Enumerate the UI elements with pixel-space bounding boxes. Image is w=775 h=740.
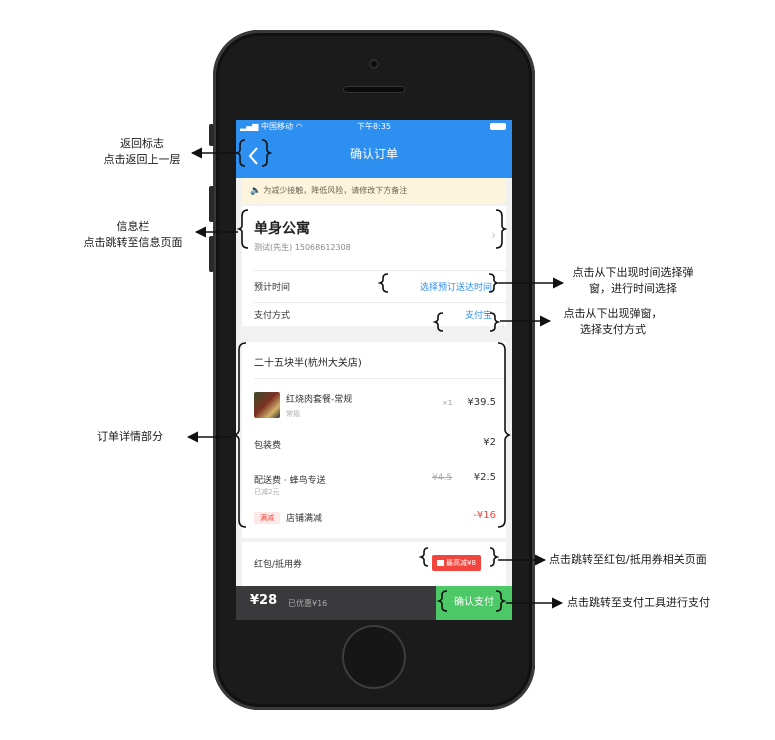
chevron-right-icon: › [491, 228, 496, 242]
dish-name: 红烧肉套餐-常规 [286, 395, 353, 405]
pay-total: ¥28 [250, 593, 278, 608]
payment-method-value[interactable]: 支付宝 [465, 308, 492, 321]
divider [254, 302, 506, 303]
annotation-back: 返回标志 点击返回上一层 [103, 137, 181, 166]
pay-saved: 已优惠¥16 [288, 599, 328, 608]
order-detail-card: 二十五块半(杭州大关店) 红烧肉套餐-常规 常规 ×1 ¥39.5 包装费 ¥2… [242, 342, 506, 538]
annotation-time: 点击从下出现时间选择弹 窗，进行时间选择 [572, 266, 694, 295]
dish-quantity: ×1 [442, 399, 453, 407]
home-button[interactable] [342, 625, 406, 689]
delivery-fee-price: ¥2.5 [473, 472, 496, 483]
annotation-coupon: 点击跳转至红包/抵用券相关页面 [549, 553, 707, 566]
address-contact: 测试(先生) 15068612308 [254, 243, 351, 252]
annotation-info: 信息栏 点击跳转至信息页面 [83, 220, 183, 249]
discount-label: 店铺满减 [286, 514, 323, 524]
volume-down-button [209, 236, 214, 272]
pay-bar: ¥28 已优惠¥16 确认支付 [236, 586, 512, 620]
phone-screen: ▂▄▆ 中国移动 ◠ 下午8:35 确认订单 🔈 为减少接触，降低风险，请修改下方… [236, 120, 512, 620]
nav-bar: 确认订单 [236, 134, 512, 178]
address-name: 单身公寓 [254, 221, 310, 237]
front-camera [369, 59, 379, 69]
status-bar: ▂▄▆ 中国移动 ◠ 下午8:35 [236, 120, 512, 134]
packing-fee-price: ¥2 [483, 437, 496, 448]
page-title: 确认订单 [349, 147, 398, 161]
annotation-pay-button: 点击跳转至支付工具进行支付 [567, 596, 710, 609]
delivery-fee-label: 配送费 · 蜂鸟专送 [254, 476, 326, 486]
chevron-right-icon: › [491, 555, 496, 569]
dish-price: ¥39.5 [467, 397, 496, 408]
delivery-fee-old-price: ¥4.5 [432, 473, 453, 483]
mute-switch [209, 124, 214, 146]
packing-fee-label: 包装费 [254, 441, 282, 451]
confirm-pay-button[interactable]: 确认支付 [436, 586, 512, 620]
coupon-row[interactable]: 红包/抵用券 最高减¥8 › [242, 542, 506, 586]
discount-tag: 满减 [254, 512, 280, 524]
speaker-icon: 🔈 [250, 186, 262, 196]
delivery-time-value[interactable]: 选择预订送达时间 [420, 280, 492, 293]
dish-spec: 常规 [286, 410, 300, 418]
payment-method-row[interactable]: 支付方式 支付宝 [242, 304, 506, 326]
battery-icon [490, 123, 506, 130]
notice-text: 为减少接触，降低风险，请修改下方备注 [263, 186, 408, 195]
notice-bar: 🔈 为减少接触，降低风险，请修改下方备注 [242, 178, 506, 204]
annotation-pay-method: 点击从下出现弹窗， 选择支付方式 [563, 307, 663, 336]
order-content: 🔈 为减少接触，降低风险，请修改下方备注 单身公寓 测试(先生) 15068612… [236, 178, 512, 586]
divider [254, 270, 506, 271]
annotation-order-detail: 订单详情部分 [97, 430, 163, 443]
annotated-mockup-page: ▂▄▆ 中国移动 ◠ 下午8:35 确认订单 🔈 为减少接触，降低风险，请修改下方… [0, 0, 775, 740]
shop-name: 二十五块半(杭州大关店) [254, 358, 362, 369]
info-card: 单身公寓 测试(先生) 15068612308 › 预计时间 选择预订送达时间 … [242, 206, 506, 326]
coupon-badge: 最高减¥8 [432, 555, 481, 571]
coupon-label: 红包/抵用券 [254, 560, 303, 570]
status-time: 下午8:35 [357, 122, 391, 131]
ticket-icon [437, 560, 444, 566]
delivery-fee-note: 已减2元 [254, 488, 280, 496]
volume-up-button [209, 186, 214, 222]
delivery-time-row[interactable]: 预计时间 选择预订送达时间 [242, 272, 506, 300]
divider [254, 378, 506, 379]
payment-method-label: 支付方式 [254, 311, 291, 321]
delivery-time-label: 预计时间 [254, 283, 291, 293]
discount-price: -¥16 [473, 510, 496, 521]
dish-thumbnail [254, 392, 280, 418]
earpiece-speaker [343, 86, 405, 93]
address-row[interactable]: 单身公寓 测试(先生) 15068612308 › [242, 206, 506, 268]
